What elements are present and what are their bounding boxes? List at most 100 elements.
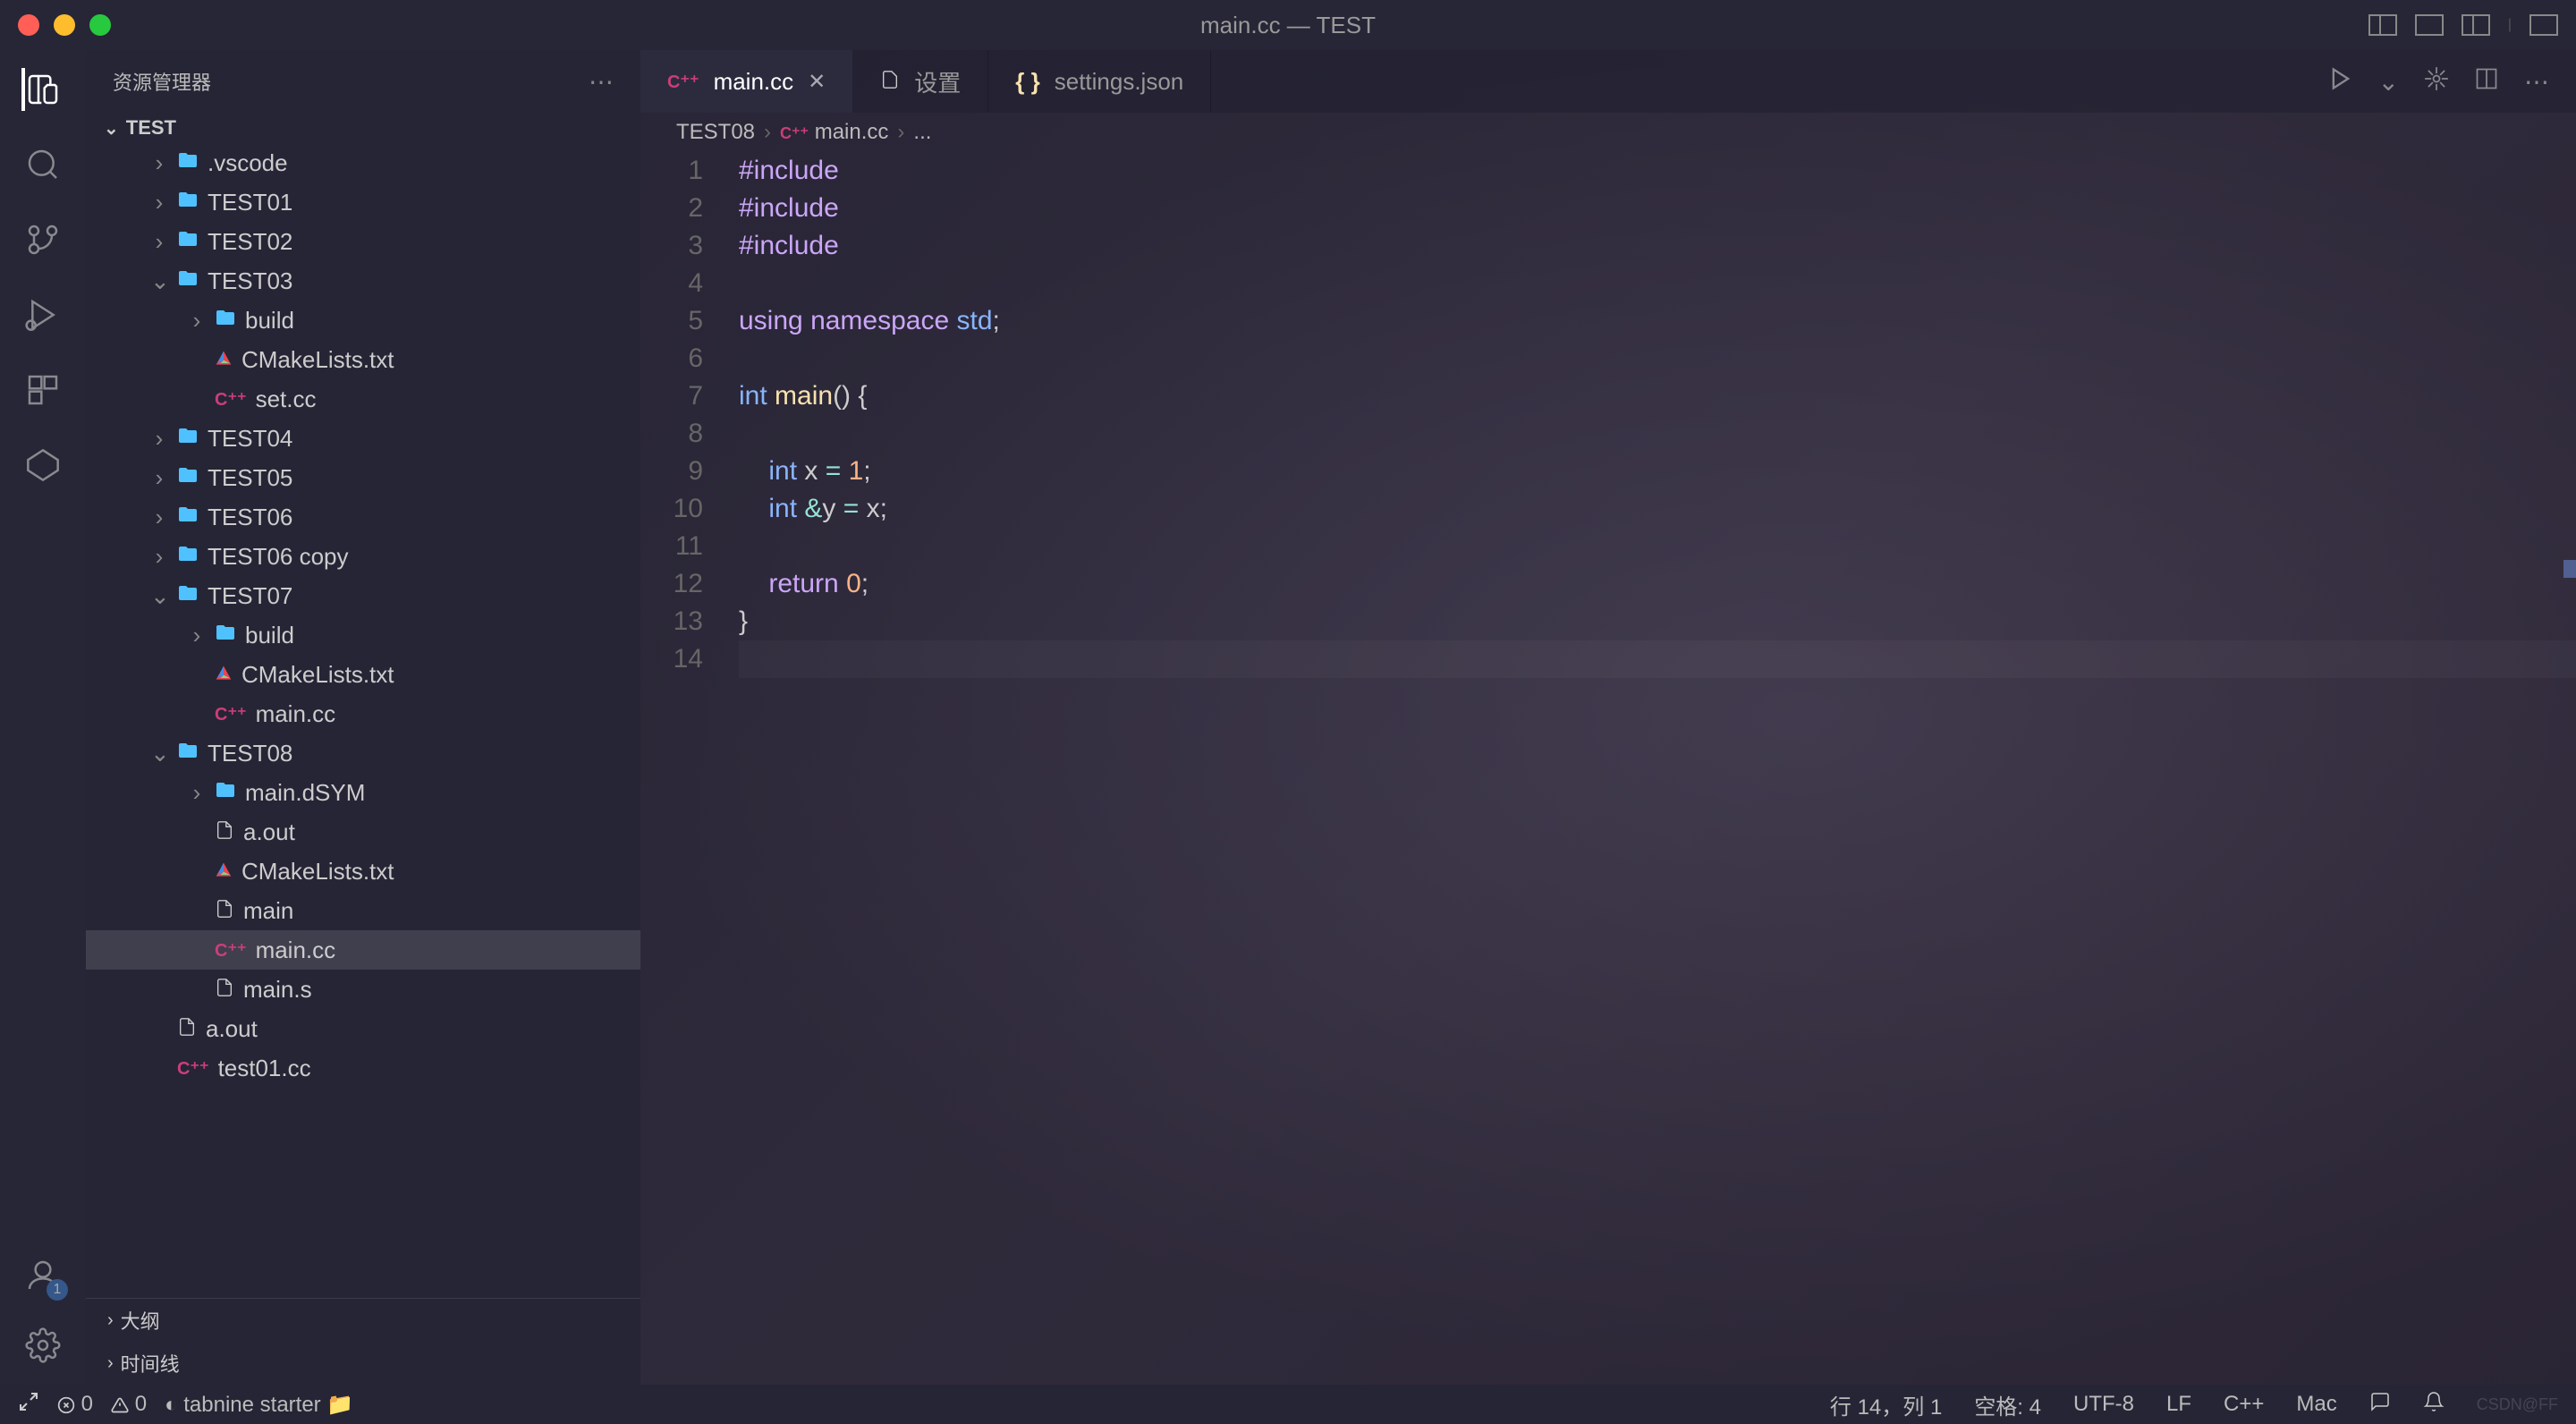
cursor-position[interactable]: 行 14，列 1 bbox=[1830, 1389, 1942, 1420]
code-line[interactable]: using namespace std; bbox=[739, 302, 2576, 340]
minimize-window-button[interactable] bbox=[54, 14, 75, 36]
code-editor[interactable]: 1234567891011121314 #include #include #i… bbox=[640, 152, 2576, 1385]
tree-item-test01-cc[interactable]: C⁺⁺test01.cc bbox=[86, 1048, 640, 1088]
tree-item-main-cc[interactable]: C⁺⁺main.cc bbox=[86, 930, 640, 970]
folder-icon bbox=[177, 149, 199, 177]
tab-more-icon[interactable]: ⋯ bbox=[2524, 67, 2549, 97]
tree-item-TEST06-copy[interactable]: ›TEST06 copy bbox=[86, 537, 640, 576]
code-line[interactable]: int x = 1; bbox=[739, 453, 2576, 490]
toggle-panel-icon[interactable] bbox=[2415, 14, 2444, 36]
tab-main-cc[interactable]: C⁺⁺main.cc✕ bbox=[640, 50, 853, 113]
tree-item-TEST02[interactable]: ›TEST02 bbox=[86, 222, 640, 261]
cpp-file-icon: C⁺⁺ bbox=[177, 1057, 209, 1080]
breadcrumb-separator: › bbox=[897, 120, 904, 145]
sidebar-more-icon[interactable]: ⋯ bbox=[589, 67, 614, 97]
search-activity[interactable] bbox=[21, 143, 64, 186]
breadcrumb-part[interactable]: C⁺⁺ main.cc bbox=[780, 120, 888, 145]
tree-item-TEST05[interactable]: ›TEST05 bbox=[86, 458, 640, 497]
chevron-icon bbox=[188, 818, 206, 846]
testing-activity[interactable] bbox=[21, 444, 64, 487]
folder-icon bbox=[177, 228, 199, 256]
code-content[interactable]: #include #include #include using namespa… bbox=[739, 152, 2576, 1385]
chevron-icon bbox=[188, 897, 206, 925]
tree-item-set-cc[interactable]: C⁺⁺set.cc bbox=[86, 379, 640, 419]
notifications-icon[interactable] bbox=[2423, 1391, 2445, 1419]
tab-settings-json[interactable]: { }settings.json bbox=[988, 50, 1211, 113]
problems-indicator[interactable]: 0 0 bbox=[57, 1392, 147, 1417]
tree-item-TEST07[interactable]: ⌄TEST07 bbox=[86, 576, 640, 615]
tree-item-label: build bbox=[245, 622, 294, 649]
tree-item-CMakeLists-txt[interactable]: CMakeLists.txt bbox=[86, 852, 640, 891]
customize-layout-icon[interactable] bbox=[2529, 14, 2558, 36]
run-button[interactable] bbox=[2328, 66, 2353, 97]
tree-item-a-out[interactable]: a.out bbox=[86, 812, 640, 852]
maximize-window-button[interactable] bbox=[89, 14, 111, 36]
timeline-section[interactable]: › 时间线 bbox=[86, 1342, 640, 1385]
sidebar-header: 资源管理器 ⋯ bbox=[86, 50, 640, 113]
tree-item-TEST06[interactable]: ›TEST06 bbox=[86, 497, 640, 537]
tree-item-TEST08[interactable]: ⌄TEST08 bbox=[86, 733, 640, 773]
feedback-icon[interactable] bbox=[2369, 1391, 2391, 1419]
split-editor-icon[interactable] bbox=[2474, 66, 2499, 97]
folder-icon bbox=[177, 543, 199, 571]
line-number: 11 bbox=[640, 528, 703, 565]
close-tab-icon[interactable]: ✕ bbox=[808, 69, 826, 95]
eol-status[interactable]: LF bbox=[2166, 1392, 2191, 1417]
breadcrumb[interactable]: TEST08›C⁺⁺ main.cc›... bbox=[640, 113, 2576, 152]
tree-item-label: main.cc bbox=[256, 937, 336, 964]
tree-item-TEST01[interactable]: ›TEST01 bbox=[86, 182, 640, 222]
branch-icon bbox=[25, 222, 61, 258]
code-line[interactable]: #include bbox=[739, 190, 2576, 227]
tabnine-status[interactable]: ◐ tabnine starter 📁 bbox=[165, 1392, 353, 1418]
breadcrumb-part[interactable]: TEST08 bbox=[676, 120, 755, 145]
breadcrumb-part[interactable]: ... bbox=[913, 120, 931, 145]
code-line[interactable]: #include bbox=[739, 227, 2576, 265]
code-line[interactable] bbox=[739, 415, 2576, 453]
tree-item-CMakeLists-txt[interactable]: CMakeLists.txt bbox=[86, 655, 640, 694]
tree-item-CMakeLists-txt[interactable]: CMakeLists.txt bbox=[86, 340, 640, 379]
code-line[interactable]: int main() { bbox=[739, 377, 2576, 415]
tree-item-main-dSYM[interactable]: ›main.dSYM bbox=[86, 773, 640, 812]
line-number: 7 bbox=[640, 377, 703, 415]
tree-item-build[interactable]: ›build bbox=[86, 301, 640, 340]
code-line[interactable] bbox=[739, 265, 2576, 302]
explorer-activity[interactable] bbox=[21, 68, 64, 111]
os-status[interactable]: Mac bbox=[2296, 1392, 2336, 1417]
remote-indicator[interactable] bbox=[18, 1391, 39, 1419]
code-line[interactable]: #include bbox=[739, 152, 2576, 190]
tree-item-main-s[interactable]: main.s bbox=[86, 970, 640, 1009]
tab-settings-icon[interactable] bbox=[2424, 66, 2449, 97]
code-line[interactable]: } bbox=[739, 603, 2576, 640]
code-line[interactable] bbox=[739, 528, 2576, 565]
source-control-activity[interactable] bbox=[21, 218, 64, 261]
explorer-sidebar: 资源管理器 ⋯ ⌄ TEST ›.vscode›TEST01›TEST02⌄TE… bbox=[86, 50, 640, 1385]
code-line[interactable] bbox=[739, 340, 2576, 377]
accounts-activity[interactable] bbox=[21, 1254, 64, 1297]
tree-item-main[interactable]: main bbox=[86, 891, 640, 930]
code-line[interactable]: return 0; bbox=[739, 565, 2576, 603]
run-dropdown-icon[interactable]: ⌄ bbox=[2378, 67, 2399, 97]
minimap-indicator[interactable] bbox=[2563, 560, 2576, 578]
debug-icon bbox=[25, 297, 61, 333]
close-window-button[interactable] bbox=[18, 14, 39, 36]
tree-item-a-out[interactable]: a.out bbox=[86, 1009, 640, 1048]
outline-section[interactable]: › 大纲 bbox=[86, 1299, 640, 1342]
code-line[interactable] bbox=[739, 640, 2576, 678]
toggle-primary-sidebar-icon[interactable] bbox=[2368, 14, 2397, 36]
tree-item-label: CMakeLists.txt bbox=[242, 858, 394, 886]
encoding-status[interactable]: UTF-8 bbox=[2073, 1392, 2134, 1417]
toggle-secondary-sidebar-icon[interactable] bbox=[2462, 14, 2490, 36]
run-debug-activity[interactable] bbox=[21, 293, 64, 336]
tree-item-TEST04[interactable]: ›TEST04 bbox=[86, 419, 640, 458]
tab---[interactable]: 设置 bbox=[853, 50, 988, 113]
code-line[interactable]: int &y = x; bbox=[739, 490, 2576, 528]
language-status[interactable]: C++ bbox=[2224, 1392, 2264, 1417]
tree-item-main-cc[interactable]: C⁺⁺main.cc bbox=[86, 694, 640, 733]
workspace-section[interactable]: ⌄ TEST bbox=[86, 113, 640, 143]
settings-activity[interactable] bbox=[21, 1324, 64, 1367]
extensions-activity[interactable] bbox=[21, 369, 64, 411]
tree-item--vscode[interactable]: ›.vscode bbox=[86, 143, 640, 182]
indentation-status[interactable]: 空格: 4 bbox=[1974, 1389, 2041, 1420]
tree-item-build[interactable]: ›build bbox=[86, 615, 640, 655]
tree-item-TEST03[interactable]: ⌄TEST03 bbox=[86, 261, 640, 301]
